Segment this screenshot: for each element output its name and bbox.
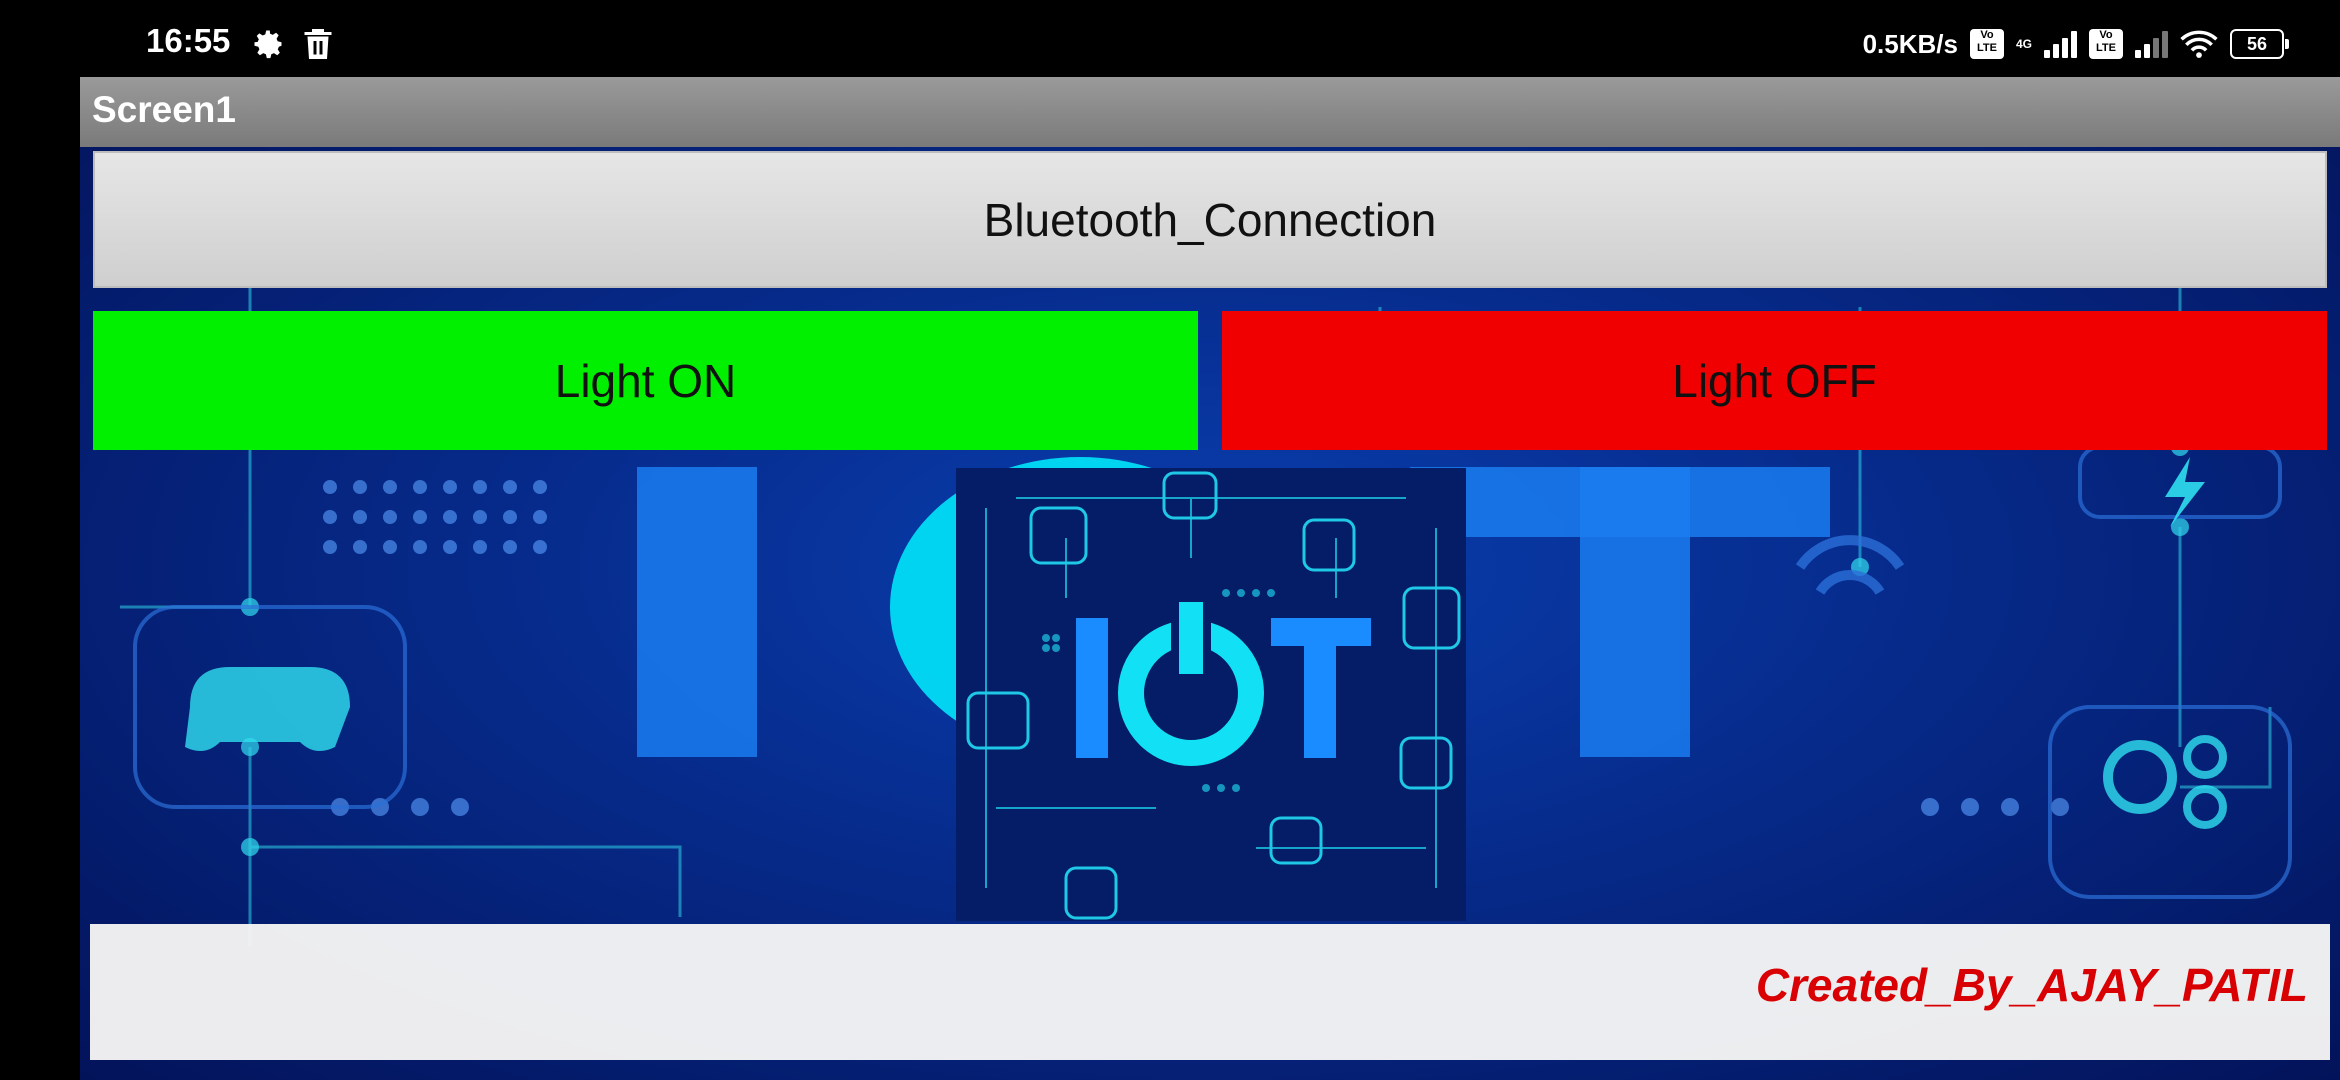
iot-logo-image bbox=[956, 468, 1466, 921]
network-type: 4G bbox=[2015, 37, 2032, 51]
wifi-icon bbox=[2180, 30, 2218, 58]
screen-title: Screen1 bbox=[92, 89, 236, 130]
sim1-signal: 4G bbox=[2016, 38, 2032, 50]
signal-icon bbox=[2044, 30, 2077, 58]
trash-icon bbox=[304, 29, 332, 59]
iot-logo-graphic bbox=[956, 468, 1466, 921]
status-bar: 16:55 0.5KB/s Vo LTE 4G Vo LTE 56 bbox=[0, 0, 2340, 77]
battery-icon: 56 bbox=[2230, 29, 2289, 59]
app-window: Screen1 Bluetooth_Connection Light ON Li… bbox=[80, 77, 2340, 1080]
gear-icon bbox=[254, 30, 282, 59]
footer-bar: Created_By_AJAY_PATIL bbox=[90, 924, 2330, 1060]
status-time: 16:55 bbox=[146, 22, 231, 59]
screen-content: Bluetooth_Connection Light ON Light OFF bbox=[80, 147, 2340, 1080]
volte-badge-sim1: Vo LTE bbox=[1969, 29, 2004, 59]
bluetooth-connection-button[interactable]: Bluetooth_Connection bbox=[93, 151, 2327, 288]
credit-label: Created_By_AJAY_PATIL bbox=[1755, 959, 2308, 1011]
light-off-button[interactable]: Light OFF bbox=[1222, 311, 2327, 450]
signal-icon bbox=[2135, 30, 2168, 58]
status-right-group: 0.5KB/s Vo LTE 4G Vo LTE 56 bbox=[1862, 24, 2289, 64]
volte-badge-sim2: Vo LTE bbox=[2089, 29, 2123, 59]
light-on-button[interactable]: Light ON bbox=[93, 311, 1198, 450]
net-speed: 0.5KB/s bbox=[1862, 28, 1958, 59]
title-bar: Screen1 bbox=[80, 77, 2340, 147]
